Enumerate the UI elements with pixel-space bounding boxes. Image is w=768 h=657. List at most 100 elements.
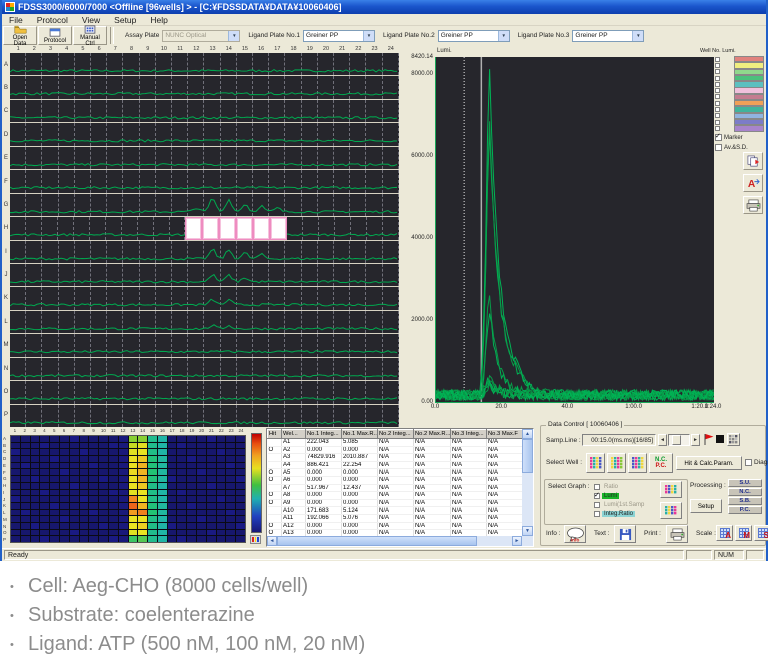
table-row[interactable]: A4886.42122.254N/AN/AN/AN/A: [268, 461, 524, 469]
legend-checkbox-3[interactable]: [715, 69, 720, 74]
well-L5[interactable]: [75, 311, 91, 333]
well-L10[interactable]: [156, 311, 172, 333]
well-L6[interactable]: [91, 311, 107, 333]
well-P12[interactable]: [188, 405, 204, 427]
well-N7[interactable]: [107, 358, 123, 380]
well-C10[interactable]: [156, 100, 172, 122]
well-I9[interactable]: [140, 241, 156, 263]
text-save-button[interactable]: [614, 525, 636, 543]
well-A12[interactable]: [188, 53, 204, 75]
well-H15[interactable]: [236, 217, 253, 239]
well-O24[interactable]: [383, 381, 399, 403]
well-P20[interactable]: [318, 405, 334, 427]
samp-line-right-arrow[interactable]: ►: [691, 434, 700, 446]
table-row[interactable]: A1222.0435.085N/AN/AN/AN/A: [268, 439, 524, 447]
well-E24[interactable]: [383, 147, 399, 169]
well-D2[interactable]: [26, 123, 42, 145]
select-graph-option-1[interactable]: Ratio: [594, 482, 646, 491]
well-C8[interactable]: [123, 100, 139, 122]
well-L13[interactable]: [204, 311, 220, 333]
scroll-right-button[interactable]: ►: [512, 536, 522, 546]
well-N2[interactable]: [26, 358, 42, 380]
well-F12[interactable]: [188, 170, 204, 192]
table-row[interactable]: A10171.6835.124N/AN/AN/AN/A: [268, 507, 524, 515]
well-N15[interactable]: [237, 358, 253, 380]
well-B10[interactable]: [156, 76, 172, 98]
well-C13[interactable]: [204, 100, 220, 122]
manual-ctrl-button[interactable]: Manual Ctrl: [73, 26, 107, 45]
well-B12[interactable]: [188, 76, 204, 98]
kinetics-plot[interactable]: [435, 57, 714, 403]
well-I19[interactable]: [302, 241, 318, 263]
well-K1[interactable]: [10, 287, 26, 309]
ligand-plate-select-3[interactable]: Greiner PP▼: [572, 30, 644, 42]
well-G16[interactable]: [253, 194, 269, 216]
well-I17[interactable]: [269, 241, 285, 263]
well-F3[interactable]: [42, 170, 58, 192]
well-K24[interactable]: [383, 287, 399, 309]
well-E1[interactable]: [10, 147, 26, 169]
well-L1[interactable]: [10, 311, 26, 333]
well-O14[interactable]: [221, 381, 237, 403]
well-C6[interactable]: [91, 100, 107, 122]
well-P9[interactable]: [140, 405, 156, 427]
well-H14[interactable]: [219, 217, 236, 239]
well-O8[interactable]: [123, 381, 139, 403]
legend-checkbox-7[interactable]: [715, 94, 720, 99]
well-E8[interactable]: [123, 147, 139, 169]
well-G22[interactable]: [350, 194, 366, 216]
well-E11[interactable]: [172, 147, 188, 169]
well-D19[interactable]: [302, 123, 318, 145]
well-I3[interactable]: [42, 241, 58, 263]
well-B13[interactable]: [204, 76, 220, 98]
well-N19[interactable]: [302, 358, 318, 380]
well-A3[interactable]: [42, 53, 58, 75]
well-H19[interactable]: [303, 217, 319, 239]
well-B21[interactable]: [334, 76, 350, 98]
well-I21[interactable]: [334, 241, 350, 263]
well-P22[interactable]: [350, 405, 366, 427]
well-G2[interactable]: [26, 194, 42, 216]
well-L9[interactable]: [140, 311, 156, 333]
well-H5[interactable]: [74, 217, 90, 239]
table-row[interactable]: OA20.0000.000N/AN/AN/AN/A: [268, 446, 524, 454]
well-K2[interactable]: [26, 287, 42, 309]
select-graph-option-3[interactable]: Lumi(1st.Samp: [594, 500, 646, 509]
well-F10[interactable]: [156, 170, 172, 192]
well-I2[interactable]: [26, 241, 42, 263]
well-E19[interactable]: [302, 147, 318, 169]
scroll-left-button[interactable]: ◄: [267, 536, 277, 546]
well-D3[interactable]: [42, 123, 58, 145]
well-H8[interactable]: [122, 217, 138, 239]
well-B6[interactable]: [91, 76, 107, 98]
table-row[interactable]: OA90.0000.000N/AN/AN/AN/A: [268, 499, 524, 507]
well-H10[interactable]: [154, 217, 170, 239]
well-O4[interactable]: [59, 381, 75, 403]
legend-checkbox-2[interactable]: [715, 63, 720, 68]
well-B19[interactable]: [302, 76, 318, 98]
well-P3[interactable]: [42, 405, 58, 427]
well-J10[interactable]: [156, 264, 172, 286]
well-A19[interactable]: [302, 53, 318, 75]
well-B7[interactable]: [107, 76, 123, 98]
well-K9[interactable]: [140, 287, 156, 309]
well-B2[interactable]: [26, 76, 42, 98]
well-G20[interactable]: [318, 194, 334, 216]
well-P17[interactable]: [269, 405, 285, 427]
well-J21[interactable]: [334, 264, 350, 286]
well-L15[interactable]: [237, 311, 253, 333]
legend-checkbox-4[interactable]: [715, 76, 720, 81]
well-M15[interactable]: [237, 334, 253, 356]
well-A14[interactable]: [221, 53, 237, 75]
well-H21[interactable]: [335, 217, 351, 239]
well-M7[interactable]: [107, 334, 123, 356]
well-P14[interactable]: [221, 405, 237, 427]
well-B5[interactable]: [75, 76, 91, 98]
well-O23[interactable]: [366, 381, 382, 403]
legend-checkbox-12[interactable]: [715, 126, 720, 131]
well-A11[interactable]: [172, 53, 188, 75]
well-O5[interactable]: [75, 381, 91, 403]
well-P11[interactable]: [172, 405, 188, 427]
results-table-header[interactable]: HitWel...No.1 Integ...No.1 Max.R...No.2 …: [268, 430, 524, 439]
well-O15[interactable]: [237, 381, 253, 403]
